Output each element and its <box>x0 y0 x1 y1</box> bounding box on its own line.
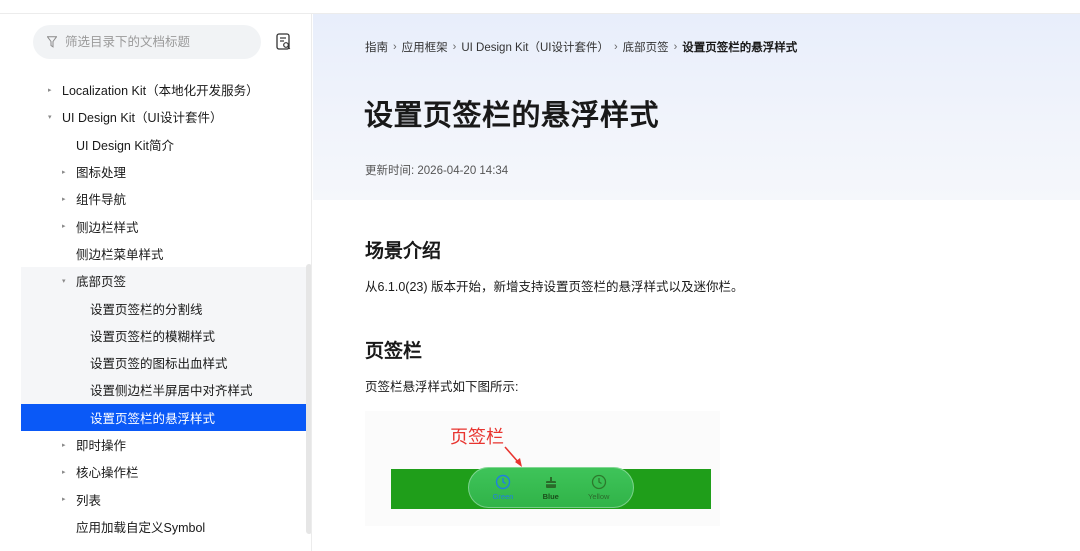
breadcrumb-link[interactable]: UI Design Kit（UI设计套件） <box>461 39 609 55</box>
doc-tree: ▸ Localization Kit（本地化开发服务） ▾ UI Design Kit… <box>21 76 306 540</box>
sidebar-item[interactable]: 设置侧边栏半屏居中对齐样式 <box>21 376 306 404</box>
breadcrumb-link[interactable]: 应用框架 <box>402 39 448 55</box>
tab-label: Yellow <box>588 492 610 501</box>
article-header: 指南 › 应用框架 › UI Design Kit（UI设计套件） › 底部页签 › 设置页签栏… <box>313 14 1080 200</box>
sidebar-item[interactable]: ▸ Localization Kit（本地化开发服务） <box>21 76 306 103</box>
tab-blue: Blue <box>543 474 559 501</box>
sidebar-item[interactable]: ▸ 组件导航 <box>21 185 306 212</box>
sidebar-item[interactable]: ▾ 底部页签 <box>21 267 306 295</box>
caret-right-icon[interactable]: ▸ <box>62 441 76 449</box>
sidebar-item-label: 组件导航 <box>76 193 127 208</box>
sidebar-item-label: 设置页签的图标出血样式 <box>90 357 228 372</box>
clock-icon <box>495 474 511 490</box>
doc-search-button[interactable] <box>273 31 295 53</box>
sidebar-item-label: 核心操作栏 <box>76 466 139 481</box>
sidebar-item[interactable]: ▸ 核心操作栏 <box>21 458 306 485</box>
section-text-scenario: 从6.1.0(23) 版本开始，新增支持设置页签栏的悬浮样式以及迷你栏。 <box>365 280 744 294</box>
sidebar-item[interactable]: 设置页签的图标出血样式 <box>21 348 306 377</box>
sidebar-item-label: UI Design Kit（UI设计套件） <box>62 111 223 126</box>
sidebar-item-label: 设置页签栏的分割线 <box>90 302 203 317</box>
section-heading-tabbar: 页签栏 <box>365 341 423 362</box>
breadcrumb: 指南 › 应用框架 › UI Design Kit（UI设计套件） › 底部页签 › 设置页签栏… <box>365 39 797 55</box>
breadcrumb-link[interactable]: 底部页签 <box>623 39 669 55</box>
document-search-icon <box>276 33 291 50</box>
update-time: 更新时间: 2026-04-20 14:34 <box>365 165 509 177</box>
figure-annotation: 页签栏 <box>450 427 504 447</box>
breadcrumb-separator-icon: › <box>613 41 618 53</box>
sidebar-item[interactable]: 设置页签栏的模糊样式 <box>21 321 306 349</box>
filter-icon <box>47 36 57 48</box>
main-content: 指南 › 应用框架 › UI Design Kit（UI设计套件） › 底部页签 › 设置页签栏… <box>313 14 1080 551</box>
sidebar-item-label: 侧边栏菜单样式 <box>76 247 164 262</box>
sidebar-item-label: 底部页签 <box>76 275 127 290</box>
sidebar-item[interactable]: 设置页签栏的分割线 <box>21 294 306 322</box>
breadcrumb-link[interactable]: 指南 <box>365 39 388 55</box>
caret-right-icon[interactable]: ▸ <box>62 468 76 476</box>
tab-label: Green <box>492 492 514 501</box>
caret-right-icon[interactable]: ▸ <box>48 86 62 94</box>
section-text-tabbar: 页签栏悬浮样式如下图所示: <box>365 380 519 394</box>
page-title: 设置页签栏的悬浮样式 <box>364 100 660 132</box>
sidebar-item[interactable]: ▸ 即时操作 <box>21 431 306 458</box>
caret-right-icon[interactable]: ▸ <box>62 495 76 503</box>
sidebar-item-label: 设置页签栏的悬浮样式 <box>90 411 216 426</box>
sidebar: ▸Localization Kit（本地化开发服务）▾UI Design Kit… <box>21 14 312 551</box>
sidebar-item-label: 侧边栏样式 <box>76 220 139 235</box>
section-heading-scenario: 场景介绍 <box>365 241 442 262</box>
sidebar-item[interactable]: ▸ 图标处理 <box>21 158 306 185</box>
sidebar-item[interactable]: 侧边栏菜单样式 <box>21 240 306 267</box>
sidebar-item-label: 设置侧边栏半屏居中对齐样式 <box>90 384 253 399</box>
sidebar-item[interactable]: 设置页签栏的悬浮样式 <box>21 403 306 431</box>
caret-down-icon[interactable]: ▾ <box>48 113 62 121</box>
caret-right-icon[interactable]: ▸ <box>62 222 76 230</box>
clock-icon <box>591 474 606 490</box>
tab-label: Blue <box>542 492 559 501</box>
sidebar-item-label: 应用加载自定义Symbol <box>76 520 206 535</box>
sidebar-item-label: 设置页签栏的模糊样式 <box>90 329 216 344</box>
caret-right-icon[interactable]: ▸ <box>62 195 76 203</box>
sidebar-item-label: Localization Kit（本地化开发服务） <box>62 84 259 99</box>
sidebar-item-label: UI Design Kit简介 <box>76 138 174 153</box>
tab-yellow: Yellow <box>588 474 609 501</box>
sidebar-item[interactable]: 应用加载自定义Symbol <box>21 513 306 540</box>
filter-box[interactable] <box>33 25 261 59</box>
breadcrumb-separator-icon: › <box>673 41 678 53</box>
sidebar-item-label: 图标处理 <box>76 166 127 181</box>
sidebar-item[interactable]: UI Design Kit简介 <box>21 131 306 158</box>
sidebar-item-label: 即时操作 <box>76 439 127 453</box>
sidebar-scrollbar[interactable] <box>306 264 311 534</box>
sidebar-item[interactable]: ▸ 列表 <box>21 485 306 512</box>
floating-tabbar: Green Blue Yellow <box>468 467 634 508</box>
tabbar-figure: 页签栏 Green Blue Yellow <box>365 411 720 526</box>
caret-right-icon[interactable]: ▸ <box>62 168 76 176</box>
annotation-arrow-icon <box>504 446 522 467</box>
caret-down-icon[interactable]: ▾ <box>62 277 76 285</box>
top-bar <box>0 0 1080 14</box>
sidebar-item[interactable]: ▾ UI Design Kit（UI设计套件） <box>21 103 306 130</box>
sidebar-item-label: 列表 <box>76 493 102 508</box>
filter-input[interactable] <box>65 35 225 49</box>
breadcrumb-separator-icon: › <box>452 41 457 53</box>
breadcrumb-current: 设置页签栏的悬浮样式 <box>682 42 798 54</box>
sidebar-item[interactable]: ▸ 侧边栏样式 <box>21 212 306 239</box>
tab-green: Green <box>492 474 514 501</box>
breadcrumb-separator-icon: › <box>393 41 397 53</box>
cake-icon <box>545 477 556 488</box>
